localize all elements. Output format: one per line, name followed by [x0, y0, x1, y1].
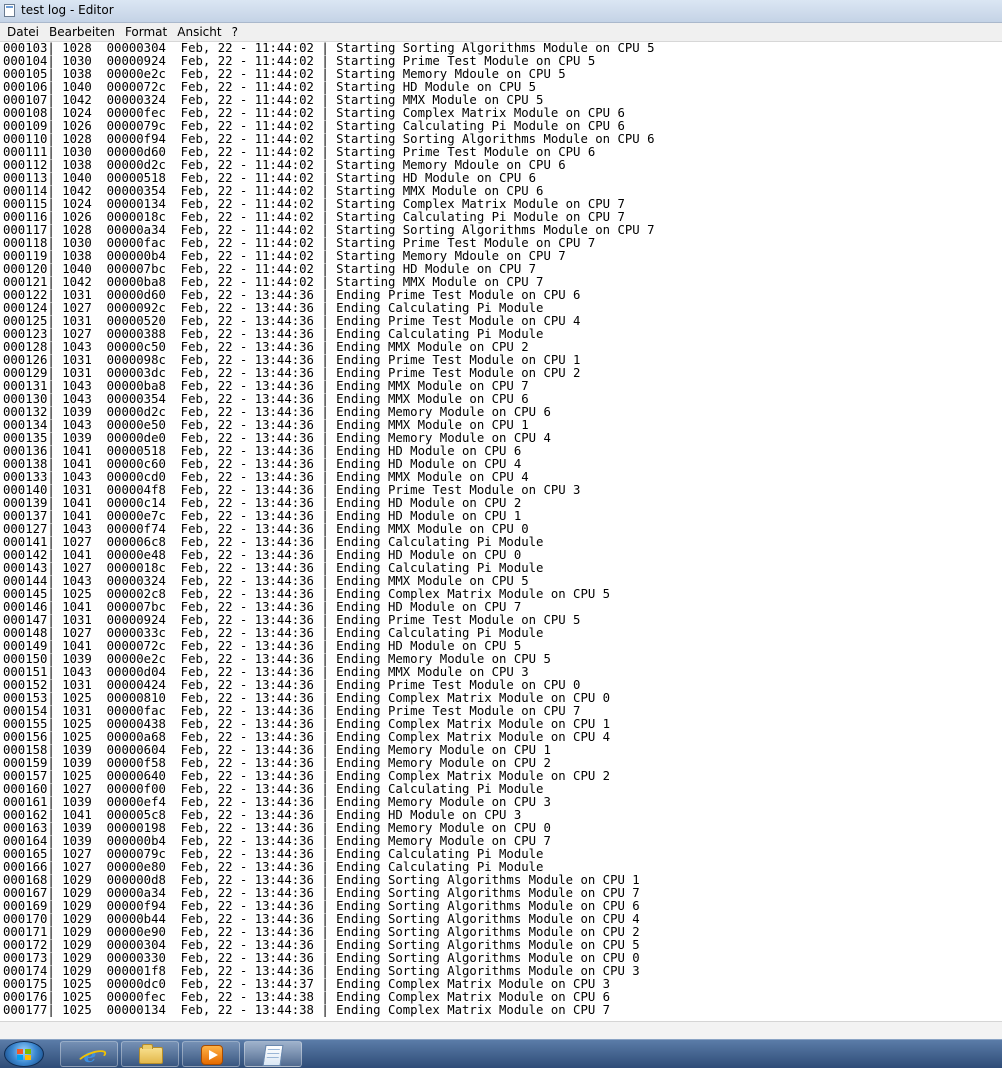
notepad-icon	[262, 1045, 284, 1066]
menu-help[interactable]: ?	[227, 23, 243, 41]
taskbar-button-explorer[interactable]	[121, 1041, 179, 1067]
menu-ansicht[interactable]: Ansicht	[172, 23, 226, 41]
notepad-icon	[4, 4, 15, 17]
menu-bar: Datei Bearbeiten Format Ansicht ?	[0, 23, 1002, 42]
menu-bearbeiten[interactable]: Bearbeiten	[44, 23, 120, 41]
taskbar-button-media-player[interactable]	[182, 1041, 240, 1067]
window-title: test log - Editor	[21, 3, 114, 17]
horizontal-scrollbar[interactable]	[0, 1021, 1002, 1039]
taskbar-button-notepad[interactable]	[244, 1041, 302, 1067]
taskbar-button-internet-explorer[interactable]: e	[60, 1041, 118, 1067]
menu-datei[interactable]: Datei	[0, 23, 44, 41]
menu-format[interactable]: Format	[120, 23, 172, 41]
text-editor-area[interactable]: 000103| 1028 00000304 Feb, 22 - 11:44:02…	[0, 42, 1002, 1020]
start-orb-icon[interactable]	[4, 1041, 44, 1067]
media-player-icon	[201, 1045, 223, 1065]
title-bar[interactable]: test log - Editor	[0, 0, 1002, 23]
folder-icon	[139, 1044, 163, 1064]
taskbar: e	[0, 1039, 1002, 1068]
internet-explorer-icon: e	[80, 1045, 100, 1065]
log-line: 000177| 1025 00000134 Feb, 22 - 13:44:38…	[3, 1003, 611, 1017]
